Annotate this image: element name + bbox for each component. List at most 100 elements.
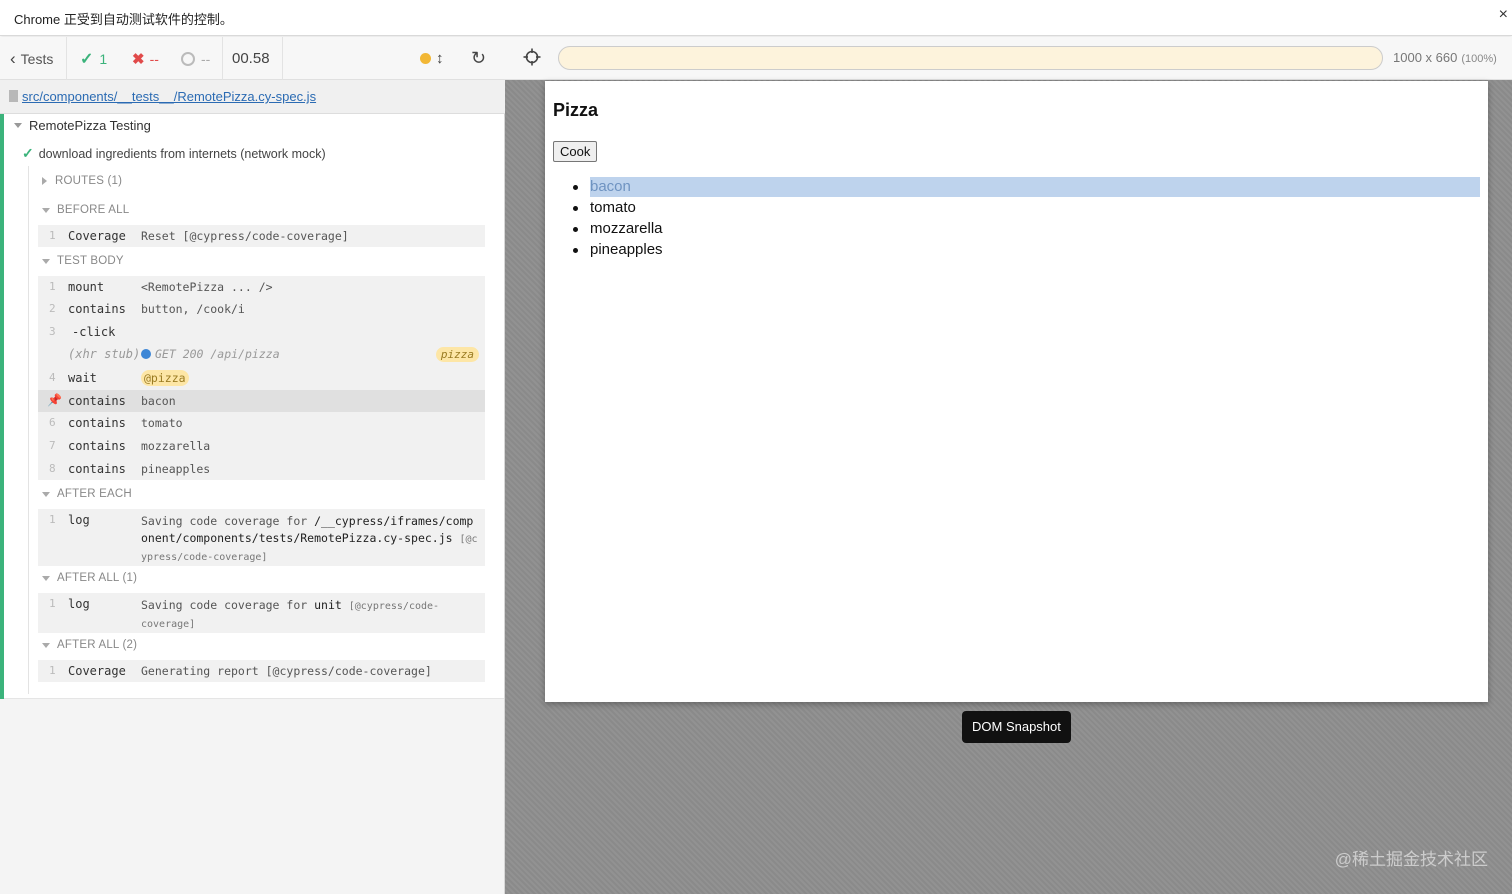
hook-after-each[interactable]: AFTER EACH [42,488,132,500]
xhr-request: GET 200 /api/pizza [155,347,280,361]
caret-down-icon [42,491,50,497]
hook-routes-label: ROUTES (1) [55,175,123,187]
ingredient-text: mozzarella [590,220,663,237]
command-message: Generating report [@cypress/code-coverag… [141,664,432,678]
request-status-dot-icon [141,349,151,359]
suite-title-text: RemotePizza Testing [29,118,151,133]
ingredients-list: bacon tomato mozzarella pineapples [572,177,1480,261]
command-number: 7 [49,439,56,452]
command-name: contains [68,462,126,476]
command-name: wait [68,371,97,385]
command-row[interactable]: 1 mount <RemotePizza ... /> [38,276,485,298]
cook-button[interactable]: Cook [553,141,598,162]
command-message: bacon [141,394,176,408]
check-icon: ✓ [80,50,94,68]
command-number: 1 [49,664,56,677]
test-title-text: download ingredients from internets (net… [38,146,326,161]
pending-circle-icon [181,51,195,66]
tests-back-button[interactable]: ‹ Tests [10,37,53,80]
hook-before-all[interactable]: BEFORE ALL [42,204,129,216]
command-row[interactable]: 3 -click [38,321,485,343]
failed-stat: ✖ -- [132,37,159,80]
x-icon: ✖ [132,50,145,68]
command-name: Coverage [68,229,126,243]
xhr-stub-row[interactable]: (xhr stub) GET 200 /api/pizza pizza [38,343,485,367]
hook-after-all-2[interactable]: AFTER ALL (2) [42,639,137,651]
automation-infobar: Chrome 正受到自动测试软件的控制。 × [0,0,1512,36]
chevron-left-icon: ‹ [10,48,16,68]
command-name: log [68,597,90,611]
close-infobar-icon[interactable]: × [1499,6,1508,24]
command-number: 1 [49,597,56,610]
running-status-dot-icon [420,53,431,64]
app-iframe: Pizza Cook bacon tomato mozzarella pinea… [545,81,1488,702]
log-prefix: Saving code coverage for [141,598,308,612]
command-row[interactable]: 4 wait @pizza [38,367,485,390]
command-message: Saving code coverage for unit [@cypress/… [141,597,479,633]
command-row[interactable]: 1 log Saving code coverage for /__cypres… [38,509,485,566]
header-divider [222,37,223,80]
command-row[interactable]: 1 log Saving code coverage for unit [@cy… [38,593,485,633]
command-name: -click [72,325,116,339]
hook-after-all-1-label: AFTER ALL (1) [57,572,138,584]
suite-title[interactable]: RemotePizza Testing [14,118,151,133]
passed-strip [0,114,4,699]
duration: 00.58 [232,50,270,67]
hook-test-body-label: TEST BODY [57,255,124,267]
caret-down-icon [42,642,50,648]
command-number: 8 [49,462,56,475]
command-name: contains [68,416,126,430]
command-name: log [68,513,90,527]
command-number: 6 [49,416,56,429]
auto-scroll-toggle[interactable]: ↕ [420,37,444,80]
command-row[interactable]: 6 contains tomato [38,412,485,435]
command-message: Reset [@cypress/code-coverage] [141,229,349,243]
caret-down-icon [42,207,50,213]
automation-message: Chrome 正受到自动测试软件的控制。 [14,12,233,27]
spec-file-link[interactable]: src/components/__tests__/RemotePizza.cy-… [22,89,316,104]
command-message: button, /cook/i [141,302,245,316]
selector-playground-crosshair-icon[interactable] [523,48,541,66]
command-message: <RemotePizza ... /> [141,280,273,294]
command-name: contains [68,394,126,408]
hook-after-all-1[interactable]: AFTER ALL (1) [42,572,137,584]
hook-test-body[interactable]: TEST BODY [42,255,124,267]
runnables-list: RemotePizza Testing ✓ download ingredien… [0,114,504,699]
pending-count: -- [201,50,211,67]
alias-reference: @pizza [141,370,189,386]
ingredient-text: bacon [590,178,631,195]
caret-down-icon [14,123,22,128]
command-row[interactable]: 2 contains button, /cook/i [38,298,485,321]
caret-right-icon [42,177,47,185]
command-number: 1 [49,229,56,242]
hook-routes[interactable]: ROUTES (1) [42,175,122,187]
list-item: mozzarella [572,219,1480,240]
viewport-scale: (100%) [1461,53,1497,65]
hook-after-all-2-label: AFTER ALL (2) [57,639,138,651]
command-number: 2 [49,302,56,315]
command-number: 1 [49,280,56,293]
command-message: mozzarella [141,439,211,453]
log-prefix: Saving code coverage for [141,514,308,528]
app-heading: Pizza [553,100,599,120]
xhr-stub-label: (xhr stub) [68,347,141,361]
ingredient-text: pineapples [590,241,663,258]
command-message: pineapples [141,462,211,476]
command-row[interactable]: 1 Coverage Reset [@cypress/code-coverage… [38,225,485,247]
test-tree-line [28,166,29,694]
test-title[interactable]: ✓ download ingredients from internets (n… [22,145,326,162]
command-row[interactable]: 1 Coverage Generating report [@cypress/c… [38,660,485,682]
command-row-pinned[interactable]: 📌 contains bacon [38,390,485,412]
rerun-button[interactable]: ↻ [471,37,486,80]
alias-badge: pizza [435,347,479,362]
list-item: tomato [572,198,1480,219]
caret-down-icon [42,258,50,264]
command-row[interactable]: 8 contains pineapples [38,458,485,480]
list-item: pineapples [572,240,1480,261]
command-row[interactable]: 7 contains mozzarella [38,435,485,458]
command-name: mount [68,280,105,294]
url-bar[interactable] [558,46,1383,70]
viewport-info[interactable]: 1000 x 660 (100%) [1393,50,1497,65]
ingredient-text: tomato [590,199,636,216]
viewport-size: 1000 x 660 [1393,50,1458,65]
